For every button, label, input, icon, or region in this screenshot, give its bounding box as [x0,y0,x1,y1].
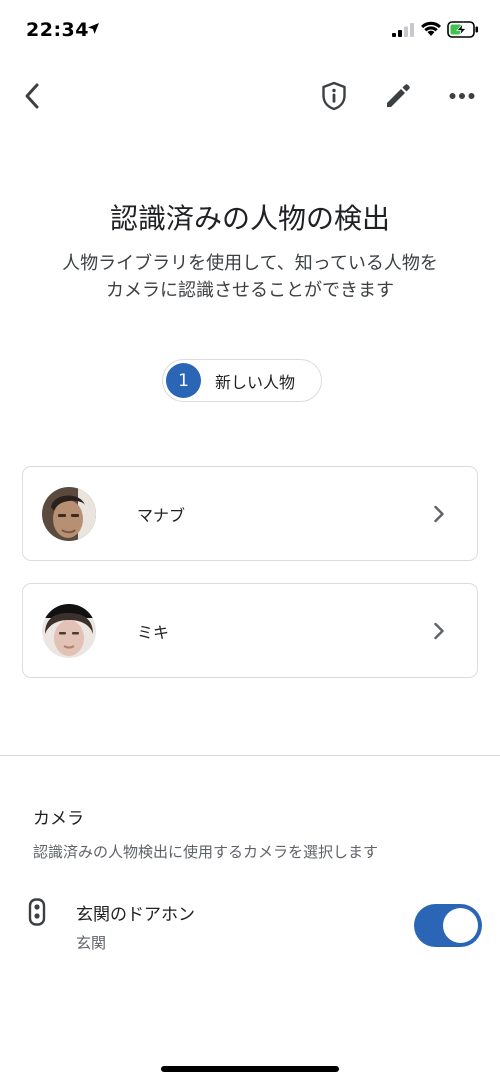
chevron-right-icon [429,621,449,641]
privacy-info-button[interactable] [316,78,352,114]
camera-enable-toggle[interactable] [414,904,482,947]
face-photo [42,486,96,541]
camera-device-location: 玄関 [76,934,107,952]
edit-button[interactable] [380,78,416,114]
new-people-count-badge: 1 [166,363,201,398]
person-card[interactable]: マナブ [22,466,478,561]
back-button[interactable] [14,78,50,114]
page-description-line: 人物ライブラリを使用して、知っている人物を [62,253,438,274]
more-options-button[interactable] [444,78,480,114]
page-title: 認識済みの人物の検出 [109,202,390,235]
more-horiz-icon [449,93,475,99]
person-name: ミキ [137,622,170,642]
chevron-right-icon [429,504,449,524]
person-name: マナブ [137,505,186,525]
pencil-icon [387,84,410,107]
page-description-line: カメラに認識させることができます [106,280,394,301]
camera-device-name: 玄関のドアホン [76,905,195,925]
battery-charging-icon [447,21,478,38]
doorbell-icon [28,898,46,926]
home-indicator[interactable] [161,1066,339,1072]
chevron-left-icon [25,83,39,109]
new-people-label: 新しい人物 [215,372,296,392]
cellular-signal-icon [392,23,414,37]
page-description: 人物ライブラリを使用して、知っている人物を カメラに認識させることができます [25,250,475,304]
camera-section-heading: カメラ [33,809,84,829]
status-time: 22:34 [26,19,89,41]
toggle-knob [443,908,478,943]
avatar [42,486,96,541]
face-photo [42,603,96,658]
person-card[interactable]: ミキ [22,583,478,678]
avatar [42,603,96,658]
section-divider [0,755,500,756]
status-bar: 22:34 [0,0,500,60]
camera-section-description: 認識済みの人物検出に使用するカメラを選択します [33,843,379,861]
wifi-icon [421,21,441,36]
screen: 22:34 認識済みの人物の検出 人物ライブラリを使用して、知っている人物を カ… [0,0,500,1083]
new-people-chip[interactable]: 1 新しい人物 [162,359,322,402]
shield-info-icon [322,81,346,111]
location-arrow-icon [88,23,99,34]
